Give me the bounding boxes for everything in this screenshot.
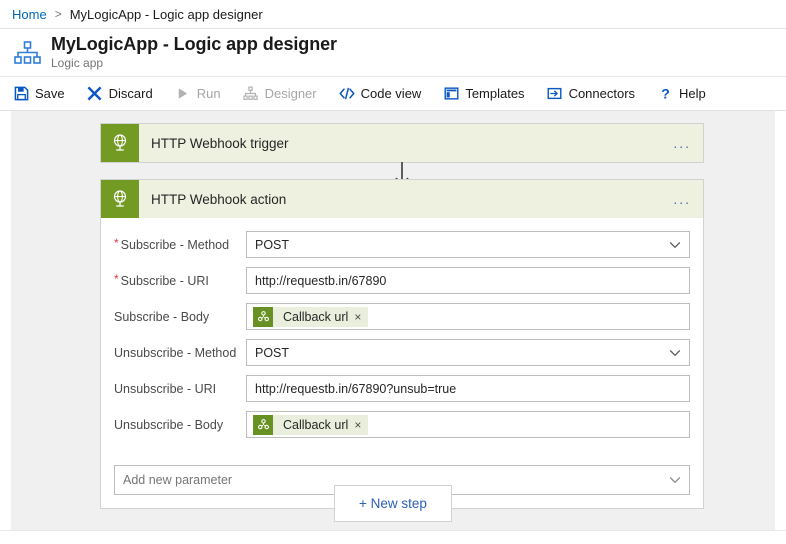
unsubscribe-method-value: POST bbox=[255, 345, 290, 360]
connectors-button[interactable]: Connectors bbox=[547, 77, 635, 110]
globe-webhook-icon bbox=[101, 124, 139, 162]
page-header: MyLogicApp - Logic app designer Logic ap… bbox=[0, 29, 786, 77]
subscribe-body-input[interactable]: Callback url × bbox=[246, 303, 690, 330]
connectors-icon bbox=[547, 86, 563, 102]
discard-button[interactable]: Discard bbox=[87, 77, 153, 110]
templates-icon bbox=[443, 86, 459, 102]
run-label: Run bbox=[196, 86, 221, 101]
breadcrumb-current: MyLogicApp - Logic app designer bbox=[69, 6, 263, 22]
save-floppy-icon bbox=[13, 86, 29, 102]
code-brackets-icon bbox=[339, 86, 355, 102]
required-asterisk: * bbox=[114, 271, 119, 286]
question-mark-icon: ? bbox=[657, 86, 673, 102]
chevron-down-icon bbox=[669, 477, 681, 483]
unsubscribe-uri-value: http://requestb.in/67890?unsub=true bbox=[255, 381, 457, 396]
trigger-card-title: HTTP Webhook trigger bbox=[151, 135, 289, 151]
token-label: Callback url bbox=[283, 417, 349, 432]
save-button[interactable]: Save bbox=[13, 77, 65, 110]
token-label: Callback url bbox=[283, 309, 349, 324]
subscribe-method-value: POST bbox=[255, 237, 290, 252]
code-view-label: Code view bbox=[360, 86, 422, 101]
token-remove-icon[interactable]: × bbox=[354, 311, 368, 323]
designer-label: Designer bbox=[264, 86, 317, 101]
token-remove-icon[interactable]: × bbox=[354, 419, 368, 431]
trigger-card[interactable]: HTTP Webhook trigger ... bbox=[100, 123, 704, 163]
action-card-title: HTTP Webhook action bbox=[151, 191, 287, 207]
help-label: Help bbox=[679, 86, 706, 101]
unsubscribe-body-input[interactable]: Callback url × bbox=[246, 411, 690, 438]
field-label-unsubscribe-body: Unsubscribe - Body bbox=[114, 417, 224, 432]
designer-button[interactable]: Designer bbox=[243, 77, 317, 110]
callback-url-token-icon bbox=[253, 306, 273, 327]
field-label-subscribe-uri: * Subscribe - URI bbox=[114, 271, 209, 288]
action-card-body: * Subscribe - Method POST * Subscribe - … bbox=[101, 218, 703, 452]
required-asterisk: * bbox=[114, 235, 119, 250]
action-card-header[interactable]: HTTP Webhook action ... bbox=[101, 180, 703, 218]
code-view-button[interactable]: Code view bbox=[339, 77, 422, 110]
save-label: Save bbox=[35, 86, 65, 101]
svg-text:?: ? bbox=[661, 86, 670, 101]
field-label-subscribe-method: * Subscribe - Method bbox=[114, 235, 230, 252]
subscribe-uri-input[interactable]: http://requestb.in/67890 bbox=[246, 267, 690, 294]
command-bar: Save Discard Run Designer Code view Temp… bbox=[0, 77, 786, 111]
action-card-menu-button[interactable]: ... bbox=[673, 192, 691, 206]
unsubscribe-method-select[interactable]: POST bbox=[246, 339, 690, 366]
form-row: Unsubscribe - Body Callback url × bbox=[114, 411, 690, 438]
form-row: Unsubscribe - Method POST bbox=[114, 339, 690, 366]
breadcrumb: Home > MyLogicApp - Logic app designer bbox=[0, 0, 786, 29]
discard-label: Discard bbox=[108, 86, 153, 101]
breadcrumb-home-link[interactable]: Home bbox=[12, 7, 47, 22]
subscribe-method-select[interactable]: POST bbox=[246, 231, 690, 258]
templates-button[interactable]: Templates bbox=[443, 77, 525, 110]
unsubscribe-uri-input[interactable]: http://requestb.in/67890?unsub=true bbox=[246, 375, 690, 402]
new-step-button[interactable]: + New step bbox=[334, 485, 452, 522]
add-new-parameter-label: Add new parameter bbox=[123, 473, 233, 487]
page-bottom-strip bbox=[0, 530, 786, 544]
page-title: MyLogicApp - Logic app designer bbox=[51, 34, 337, 55]
field-label-unsubscribe-uri: Unsubscribe - URI bbox=[114, 381, 217, 396]
trigger-card-header[interactable]: HTTP Webhook trigger ... bbox=[101, 124, 703, 162]
close-x-icon bbox=[87, 86, 103, 102]
connectors-label: Connectors bbox=[568, 86, 636, 101]
trigger-card-menu-button[interactable]: ... bbox=[673, 136, 691, 150]
breadcrumb-separator-icon: > bbox=[54, 7, 62, 21]
dynamic-content-token[interactable]: Callback url × bbox=[253, 414, 369, 435]
page-subtitle: Logic app bbox=[51, 55, 104, 70]
run-button[interactable]: Run bbox=[175, 77, 221, 110]
play-icon bbox=[175, 86, 191, 102]
globe-webhook-icon bbox=[101, 180, 139, 218]
field-label-subscribe-body: Subscribe - Body bbox=[114, 309, 210, 324]
hierarchy-icon bbox=[243, 86, 259, 102]
templates-label: Templates bbox=[465, 86, 525, 101]
designer-canvas: HTTP Webhook trigger ... HTTP Webhook ac… bbox=[11, 111, 775, 530]
callback-url-token-icon bbox=[253, 414, 273, 435]
help-button[interactable]: ? Help bbox=[657, 77, 706, 110]
field-label-unsubscribe-method: Unsubscribe - Method bbox=[114, 345, 237, 360]
chevron-down-icon bbox=[669, 241, 681, 248]
dynamic-content-token[interactable]: Callback url × bbox=[253, 306, 369, 327]
action-card[interactable]: HTTP Webhook action ... * Subscribe - Me… bbox=[100, 179, 704, 509]
form-row: Subscribe - Body Callback url × bbox=[114, 303, 690, 330]
form-row: Unsubscribe - URI http://requestb.in/678… bbox=[114, 375, 690, 402]
chevron-down-icon bbox=[669, 349, 681, 356]
form-row: * Subscribe - Method POST bbox=[114, 231, 690, 258]
logic-app-hierarchy-icon bbox=[12, 38, 42, 68]
subscribe-uri-value: http://requestb.in/67890 bbox=[255, 273, 387, 288]
form-row: * Subscribe - URI http://requestb.in/678… bbox=[114, 267, 690, 294]
